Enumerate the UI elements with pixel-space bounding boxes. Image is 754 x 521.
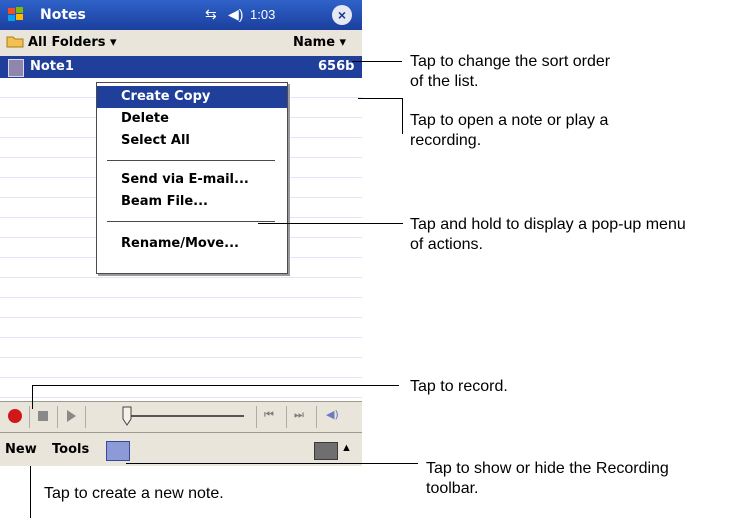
position-slider-thumb[interactable] [122, 406, 132, 426]
note-name: Note1 [30, 59, 74, 74]
list-item[interactable]: Note1 656b [0, 56, 362, 78]
callout-line-open [358, 98, 402, 99]
clock[interactable]: 1:03 [250, 7, 275, 22]
callout-open-note: Tap to open a note or play a recording. [410, 112, 609, 149]
callout-record: Tap to record. [410, 378, 508, 395]
callout-new-note: Tap to create a new note. [44, 485, 224, 502]
stop-button[interactable] [34, 407, 52, 425]
play-button[interactable] [62, 407, 80, 425]
stop-icon [38, 411, 48, 421]
skip-forward-icon[interactable]: ⏭ [294, 408, 304, 422]
callout-line-sort [352, 61, 402, 62]
record-icon [8, 409, 22, 423]
menu-item-rename-move[interactable]: Rename/Move... [97, 233, 287, 255]
title-bar: Notes ⇆ ◀) 1:03 × [0, 0, 362, 30]
app-title: Notes [40, 7, 86, 23]
menu-item-beam-file[interactable]: Beam File... [97, 191, 287, 213]
volume-icon[interactable]: ◀) [228, 6, 243, 23]
command-bar: New Tools ▲ [0, 432, 362, 466]
toolbar-divider [286, 406, 287, 428]
folder-bar: All Folders ▾ Name ▾ [0, 30, 362, 57]
close-icon[interactable]: × [332, 5, 352, 25]
menu-item-send-via-email[interactable]: Send via E-mail... [97, 169, 287, 191]
recording-toolbar: ⏮ ⏭ ◀) [0, 401, 362, 432]
skip-back-icon[interactable]: ⏮ [264, 408, 274, 422]
popup-menu: Create Copy Delete Select All Send via E… [96, 82, 288, 274]
play-icon [67, 410, 76, 422]
menu-item-select-all[interactable]: Select All [97, 130, 287, 152]
sort-dropdown[interactable]: Name ▾ [293, 35, 346, 50]
callout-recording-toggle: Tap to show or hide the Recording toolba… [426, 460, 669, 497]
callout-line-new [30, 466, 31, 518]
recording-toolbar-toggle-icon[interactable] [106, 441, 130, 461]
callout-line-toggle [126, 463, 418, 464]
menu-item-create-copy[interactable]: Create Copy [97, 86, 287, 108]
callout-line-record-vertical [32, 385, 33, 409]
toolbar-divider [57, 406, 58, 428]
record-button[interactable] [6, 407, 24, 425]
speaker-icon[interactable]: ◀) [326, 408, 339, 421]
menu-separator [107, 160, 275, 161]
connectivity-icon[interactable]: ⇆ [205, 6, 217, 23]
keyboard-icon[interactable] [314, 442, 338, 460]
windows-start-icon[interactable] [6, 5, 26, 25]
callout-line-hold [258, 223, 403, 224]
menu-item-delete[interactable]: Delete [97, 108, 287, 130]
tools-menu[interactable]: Tools [52, 442, 89, 457]
input-selector-arrow-icon[interactable]: ▲ [341, 442, 352, 454]
menu-separator [107, 221, 275, 222]
callout-line-record [32, 385, 399, 386]
folder-icon [6, 36, 24, 48]
new-button[interactable]: New [5, 442, 37, 457]
pocket-pc-screen: Notes ⇆ ◀) 1:03 × All Folders ▾ Name ▾ N… [0, 0, 362, 466]
toolbar-divider [29, 406, 30, 428]
callout-line-open-vertical [402, 98, 403, 134]
toolbar-divider [256, 406, 257, 428]
toolbar-divider [316, 406, 317, 428]
position-slider-track[interactable] [130, 415, 244, 417]
toolbar-divider [85, 406, 86, 428]
callout-popup-menu: Tap and hold to display a pop-up menu of… [410, 216, 686, 253]
note-icon [8, 59, 24, 77]
folder-dropdown[interactable]: All Folders ▾ [28, 35, 117, 50]
callout-sort-order: Tap to change the sort order of the list… [410, 53, 611, 90]
note-size: 656b [318, 59, 355, 74]
